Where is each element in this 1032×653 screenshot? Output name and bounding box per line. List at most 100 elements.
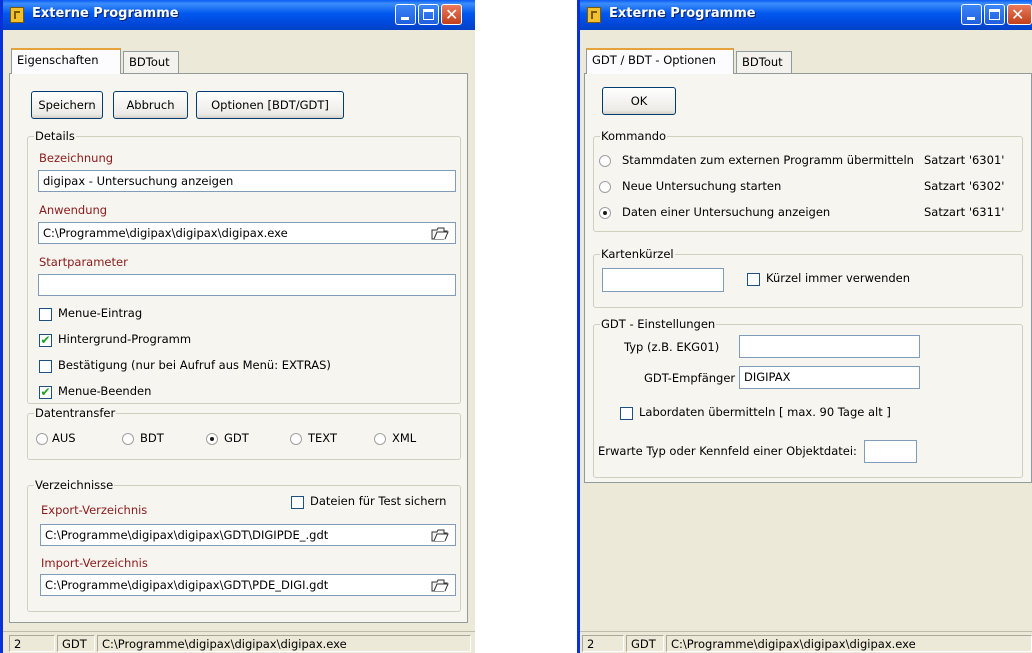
bestaetigung-checkbox[interactable] bbox=[39, 360, 52, 373]
close-button[interactable]: ✕ bbox=[1007, 4, 1032, 25]
typ-field[interactable] bbox=[739, 335, 920, 358]
anwendung-label: Anwendung bbox=[39, 203, 108, 217]
window-externe-programme-eigenschaften: Externe Programme ✕ Eigenschaften BDTout… bbox=[0, 0, 475, 653]
kartenkuerzel-field[interactable] bbox=[602, 268, 724, 292]
title-bar[interactable]: Externe Programme ✕ bbox=[580, 0, 1032, 30]
tab-panel: Speichern Abbruch Optionen [BDT/GDT] Det… bbox=[9, 73, 468, 623]
radio-stammdaten[interactable] bbox=[599, 155, 611, 167]
radio-bdt-label: BDT bbox=[140, 431, 164, 445]
menue-beenden-checkbox[interactable]: ✔ bbox=[39, 386, 52, 399]
radio-stammdaten-label: Stammdaten zum externen Programm übermit… bbox=[622, 153, 914, 167]
status-mode: GDT bbox=[626, 635, 664, 652]
title-bar[interactable]: Externe Programme ✕ bbox=[3, 0, 475, 30]
kuerzel-immer-label: Kürzel immer verwenden bbox=[766, 271, 911, 285]
status-path: C:\Programme\digipax\digipax\digipax.exe bbox=[97, 635, 471, 652]
startparameter-field[interactable] bbox=[38, 274, 456, 296]
erwarte-field[interactable] bbox=[864, 440, 917, 463]
gdt-einstellungen-group: GDT - Einstellungen Typ (z.B. EKG01) GDT… bbox=[593, 317, 1023, 478]
minimize-icon bbox=[401, 17, 409, 20]
gdt-empfaenger-field[interactable]: DIGIPAX bbox=[739, 366, 920, 389]
status-path: C:\Programme\digipax\digipax\digipax.exe bbox=[666, 635, 1032, 652]
ok-button[interactable]: OK bbox=[602, 87, 676, 115]
radio-aus-label: AUS bbox=[52, 431, 76, 445]
window-title: Externe Programme bbox=[609, 6, 756, 21]
datentransfer-legend: Datentransfer bbox=[34, 406, 117, 420]
tab-bdtout[interactable]: BDTout bbox=[123, 51, 179, 73]
cancel-button[interactable]: Abbruch bbox=[113, 91, 188, 119]
export-verzeichnis-field[interactable]: C:\Programme\digipax\digipax\GDT\DIGIPDE… bbox=[40, 524, 456, 546]
tab-gdt-bdt-optionen[interactable]: GDT / BDT - Optionen bbox=[586, 48, 734, 74]
satzart-6302: Satzart '6302' bbox=[924, 179, 1005, 193]
satzart-6311: Satzart '6311' bbox=[924, 205, 1005, 219]
anwendung-field[interactable]: C:\Programme\digipax\digipax\digipax.exe bbox=[38, 222, 456, 244]
window-externe-programme-gdt-optionen: Externe Programme ✕ GDT / BDT - Optionen… bbox=[577, 0, 1032, 653]
maximize-button[interactable] bbox=[984, 4, 1005, 25]
save-button[interactable]: Speichern bbox=[31, 91, 103, 119]
gdt-einstellungen-legend: GDT - Einstellungen bbox=[600, 317, 717, 331]
kommando-group: Kommando Stammdaten zum externen Program… bbox=[593, 129, 1023, 232]
tab-eigenschaften[interactable]: Eigenschaften bbox=[11, 48, 121, 74]
kuerzel-immer-checkbox[interactable] bbox=[747, 273, 760, 286]
radio-neue-untersuchung-label: Neue Untersuchung starten bbox=[622, 179, 782, 193]
verzeichnisse-group: Verzeichnisse Dateien für Test sichern E… bbox=[27, 478, 461, 612]
import-verzeichnis-field[interactable]: C:\Programme\digipax\digipax\GDT\PDE_DIG… bbox=[40, 574, 456, 596]
export-verzeichnis-label: Export-Verzeichnis bbox=[41, 503, 148, 517]
bezeichnung-field[interactable]: digipax - Untersuchung anzeigen bbox=[38, 170, 456, 192]
datentransfer-group: Datentransfer AUS BDT GDT TEXT XML bbox=[27, 406, 461, 460]
bestaetigung-label: Bestätigung (nur bei Aufruf aus Menü: EX… bbox=[58, 358, 331, 372]
dateien-test-sichern-label: Dateien für Test sichern bbox=[310, 494, 447, 508]
maximize-icon bbox=[423, 9, 434, 20]
import-verzeichnis-label: Import-Verzeichnis bbox=[41, 556, 148, 570]
tab-panel: OK Kommando Stammdaten zum externen Prog… bbox=[584, 73, 1032, 483]
radio-aus[interactable] bbox=[36, 433, 48, 445]
status-bar: 2 GDT C:\Programme\digipax\digipax\digip… bbox=[580, 631, 1032, 653]
radio-gdt-label: GDT bbox=[224, 431, 249, 445]
labordaten-checkbox[interactable] bbox=[620, 407, 633, 420]
minimize-icon bbox=[967, 17, 975, 20]
status-mode: GDT bbox=[57, 635, 95, 652]
details-legend: Details bbox=[34, 129, 76, 143]
folder-browse-icon[interactable] bbox=[431, 577, 449, 593]
folder-browse-icon[interactable] bbox=[431, 527, 449, 543]
folder-browse-icon[interactable] bbox=[431, 225, 449, 241]
minimize-button[interactable] bbox=[395, 4, 416, 25]
startparameter-label: Startparameter bbox=[39, 255, 128, 269]
kartenkuerzel-group: Kartenkürzel Kürzel immer verwenden bbox=[593, 247, 1023, 308]
menue-eintrag-label: Menue-Eintrag bbox=[58, 306, 143, 320]
status-count: 2 bbox=[9, 635, 55, 652]
radio-daten-anzeigen[interactable] bbox=[599, 207, 611, 219]
radio-xml-label: XML bbox=[392, 431, 417, 445]
radio-daten-anzeigen-label: Daten einer Untersuchung anzeigen bbox=[622, 205, 831, 219]
typ-label: Typ (z.B. EKG01) bbox=[624, 340, 720, 354]
radio-bdt[interactable] bbox=[122, 433, 134, 445]
radio-neue-untersuchung[interactable] bbox=[599, 181, 611, 193]
radio-gdt[interactable] bbox=[206, 433, 218, 445]
maximize-icon bbox=[989, 9, 1000, 20]
window-title: Externe Programme bbox=[32, 6, 179, 21]
radio-text-label: TEXT bbox=[308, 431, 337, 445]
app-icon bbox=[587, 7, 601, 23]
erwarte-label: Erwarte Typ oder Kennfeld einer Objektda… bbox=[598, 444, 857, 458]
close-icon: ✕ bbox=[1011, 5, 1025, 24]
close-button[interactable]: ✕ bbox=[441, 4, 462, 25]
minimize-button[interactable] bbox=[961, 4, 982, 25]
status-bar: 2 GDT C:\Programme\digipax\digipax\digip… bbox=[3, 631, 475, 653]
tab-bdtout[interactable]: BDTout bbox=[736, 51, 792, 73]
satzart-6301: Satzart '6301' bbox=[924, 153, 1005, 167]
verzeichnisse-legend: Verzeichnisse bbox=[34, 478, 115, 492]
menue-eintrag-checkbox[interactable] bbox=[39, 308, 52, 321]
close-icon: ✕ bbox=[445, 5, 459, 24]
menue-beenden-label: Menue-Beenden bbox=[58, 384, 152, 398]
kartenkuerzel-legend: Kartenkürzel bbox=[600, 247, 675, 261]
labordaten-label: Labordaten übermitteln [ max. 90 Tage al… bbox=[639, 405, 891, 419]
details-group: Details Bezeichnung digipax - Untersuchu… bbox=[27, 129, 461, 404]
radio-text[interactable] bbox=[290, 433, 302, 445]
kommando-legend: Kommando bbox=[600, 129, 668, 143]
app-icon bbox=[10, 7, 24, 23]
hintergrund-programm-checkbox[interactable]: ✔ bbox=[39, 334, 52, 347]
maximize-button[interactable] bbox=[418, 4, 439, 25]
dateien-test-sichern-checkbox[interactable] bbox=[291, 496, 304, 509]
options-bdt-gdt-button[interactable]: Optionen [BDT/GDT] bbox=[196, 91, 344, 119]
radio-xml[interactable] bbox=[374, 433, 386, 445]
hintergrund-programm-label: Hintergrund-Programm bbox=[58, 332, 192, 346]
